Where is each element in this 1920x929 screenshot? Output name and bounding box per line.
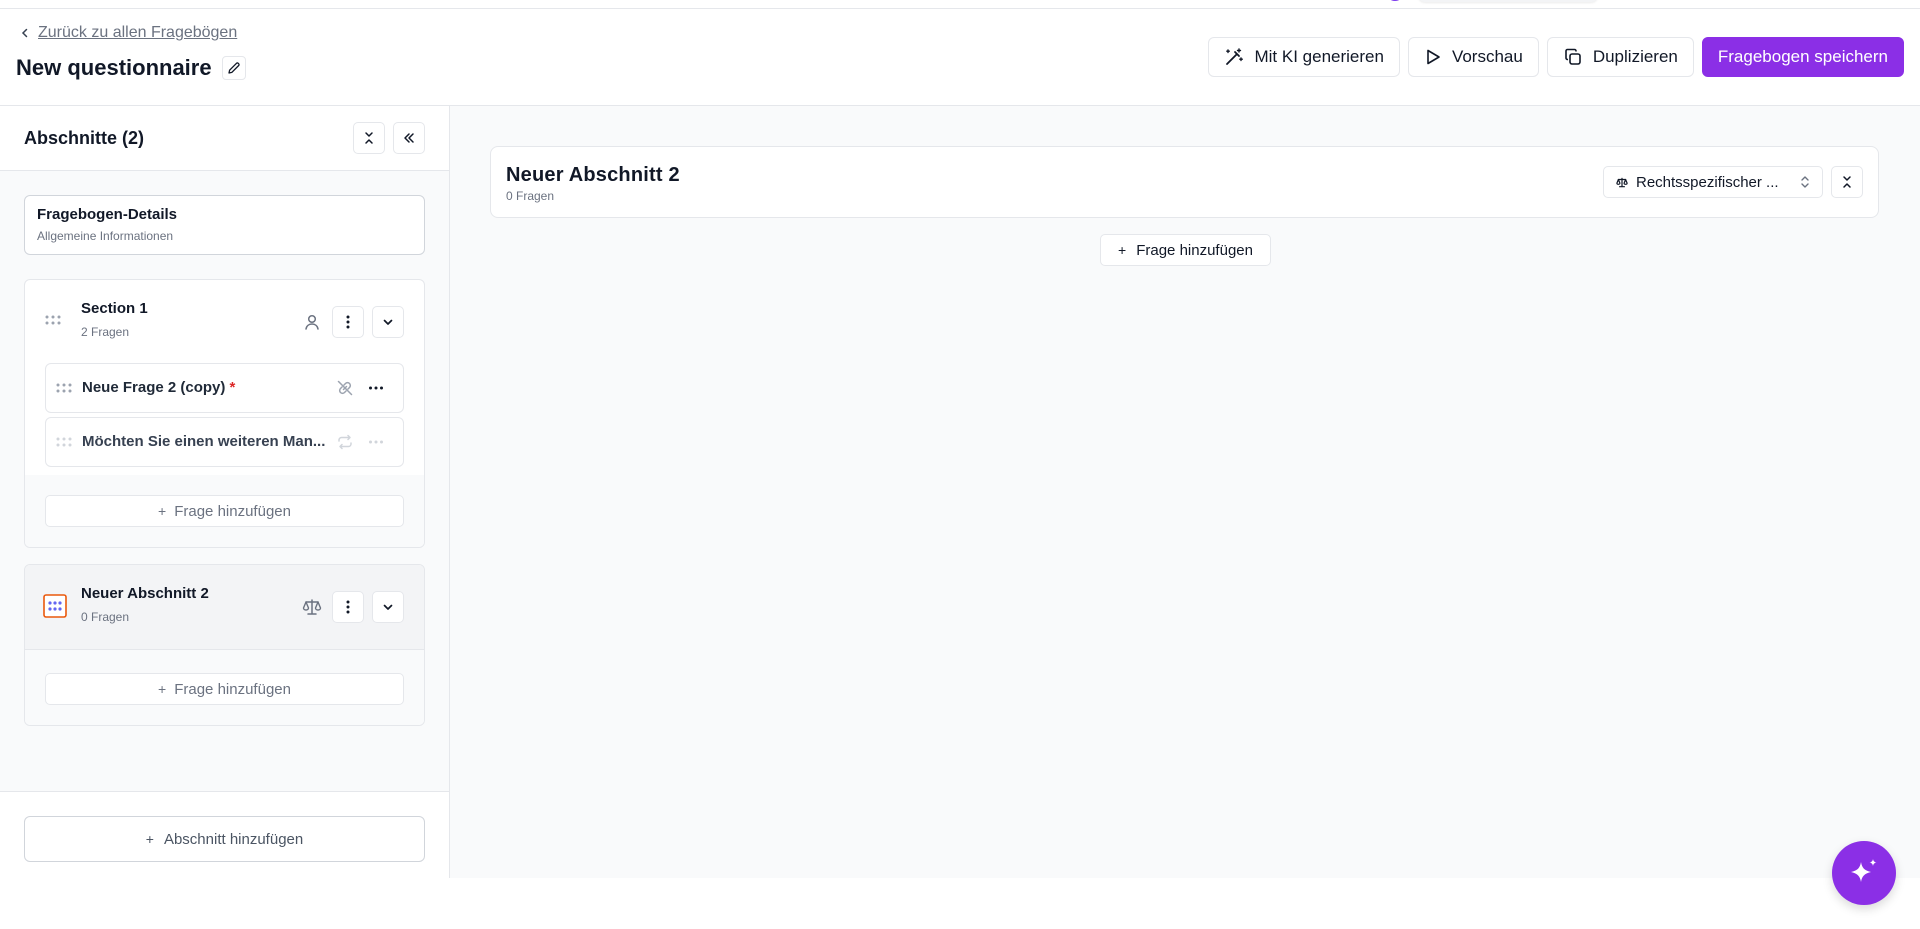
section-question-count: 2 Fragen — [81, 325, 130, 339]
question-item[interactable]: Möchten Sie einen weiteren Man... — [45, 417, 404, 467]
section-title: Neuer Abschnitt 2 — [81, 585, 209, 602]
add-question-button[interactable]: + Frage hinzufügen — [45, 673, 404, 705]
top-menu[interactable] — [1418, 0, 1598, 2]
add-question-button[interactable]: + Frage hinzufügen — [45, 495, 404, 527]
sections-sidebar: Abschnitte (2) Fragebogen-Details Allgem… — [0, 106, 450, 878]
section-type-value: Rechtsspezifischer ... — [1636, 173, 1779, 191]
magic-wand-icon — [1226, 48, 1244, 65]
add-question-button[interactable]: + Frage hinzufügen — [1100, 234, 1271, 266]
collapse-vertical-icon — [1843, 176, 1851, 188]
question-label: Möchten Sie einen weiteren Man... — [82, 433, 326, 450]
plus-icon: + — [158, 503, 167, 519]
user-icon[interactable] — [300, 306, 324, 338]
section-card[interactable]: Neuer Abschnitt 2 0 Fragen + Frage hinzu… — [24, 564, 425, 726]
plus-icon: + — [158, 681, 167, 697]
add-question-label: Frage hinzufügen — [1136, 241, 1253, 259]
more-vertical-icon — [346, 600, 350, 614]
chevron-down-icon — [383, 604, 393, 610]
question-label: Neue Frage 2 (copy) * — [82, 379, 235, 396]
questionnaire-details-card[interactable]: Fragebogen-Details Allgemeine Informatio… — [24, 195, 425, 255]
play-icon — [1427, 49, 1440, 65]
add-section-label: Abschnitt hinzufügen — [163, 830, 304, 848]
back-link[interactable]: Zurück zu allen Fragebögen — [20, 24, 237, 42]
question-item[interactable]: Neue Frage 2 (copy) * — [45, 363, 404, 413]
section-menu-button[interactable] — [332, 591, 364, 623]
page-title: New questionnaire — [16, 55, 212, 80]
sidebar-title: Abschnitte (2) — [24, 127, 145, 148]
repeat-icon[interactable] — [336, 433, 354, 451]
more-vertical-icon — [346, 315, 350, 329]
page-header: Zurück zu allen Fragebögen New questionn… — [0, 9, 1920, 106]
drag-handle-icon[interactable] — [56, 383, 72, 393]
plus-icon: + — [145, 831, 154, 847]
ai-assistant-button[interactable] — [1832, 841, 1896, 905]
section-question-count: 0 Fragen — [506, 189, 555, 203]
unlink-icon[interactable] — [336, 379, 354, 397]
sidebar-sections-list: Fragebogen-Details Allgemeine Informatio… — [0, 171, 449, 791]
section-title: Neuer Abschnitt 2 — [506, 164, 680, 186]
edit-title-button[interactable] — [221, 56, 246, 80]
chevron-left-icon — [21, 28, 28, 38]
drag-handle-icon[interactable] — [56, 437, 72, 447]
section-expand-button[interactable] — [372, 306, 404, 338]
preview-label: Vorschau — [1451, 47, 1523, 66]
duplicate-button[interactable]: Duplizieren — [1546, 37, 1694, 77]
add-section-button[interactable]: + Abschnitt hinzufügen — [24, 816, 425, 862]
plus-icon: + — [1118, 242, 1127, 258]
collapse-vertical-icon — [365, 132, 373, 144]
top-bar — [0, 0, 1920, 9]
ai-generate-label: Mit KI generieren — [1254, 47, 1384, 66]
copy-icon — [1565, 48, 1581, 65]
more-horizontal-icon[interactable] — [368, 433, 384, 451]
details-title: Fragebogen-Details — [37, 206, 178, 223]
collapse-sidebar-button[interactable] — [393, 122, 425, 154]
scale-icon[interactable] — [300, 591, 324, 623]
section-editor: Neuer Abschnitt 2 0 Fragen Rechtsspezifi… — [450, 106, 1920, 878]
pencil-icon — [227, 62, 240, 74]
chevron-down-icon — [383, 319, 393, 325]
drag-handle-icon[interactable] — [45, 315, 61, 325]
section-card[interactable]: Section 1 2 Fragen Neue Frage 2 (copy) *… — [24, 279, 425, 548]
add-question-label: Frage hinzufügen — [174, 502, 291, 520]
section-menu-button[interactable] — [332, 306, 364, 338]
section-question-count: 0 Fragen — [81, 610, 130, 624]
add-question-label: Frage hinzufügen — [174, 680, 291, 698]
chevrons-left-icon — [404, 133, 414, 143]
section-title: Section 1 — [81, 300, 148, 317]
collapse-section-button[interactable] — [1831, 166, 1863, 198]
save-button[interactable]: Fragebogen speichern — [1701, 37, 1904, 77]
sparkles-icon — [1851, 859, 1877, 882]
ai-generate-button[interactable]: Mit KI generieren — [1208, 37, 1400, 77]
save-label: Fragebogen speichern — [1717, 47, 1888, 66]
duplicate-label: Duplizieren — [1592, 47, 1678, 66]
drag-handle-icon[interactable] — [43, 594, 67, 618]
preview-button[interactable]: Vorschau — [1407, 37, 1539, 77]
back-link-label[interactable]: Zurück zu allen Fragebögen — [38, 24, 237, 42]
section-header-card: Neuer Abschnitt 2 0 Fragen Rechtsspezifi… — [490, 146, 1879, 218]
scale-icon — [1616, 177, 1628, 187]
details-subtitle: Allgemeine Informationen — [37, 229, 174, 243]
section-type-select[interactable]: Rechtsspezifischer ... — [1603, 166, 1823, 198]
avatar[interactable] — [1386, 0, 1404, 1]
more-horizontal-icon[interactable] — [368, 379, 384, 397]
required-marker: * — [229, 379, 236, 396]
question-label-text: Neue Frage 2 (copy) — [82, 379, 226, 396]
section-expand-button[interactable] — [372, 591, 404, 623]
collapse-all-button[interactable] — [353, 122, 385, 154]
chevron-up-down-icon — [1801, 176, 1809, 188]
